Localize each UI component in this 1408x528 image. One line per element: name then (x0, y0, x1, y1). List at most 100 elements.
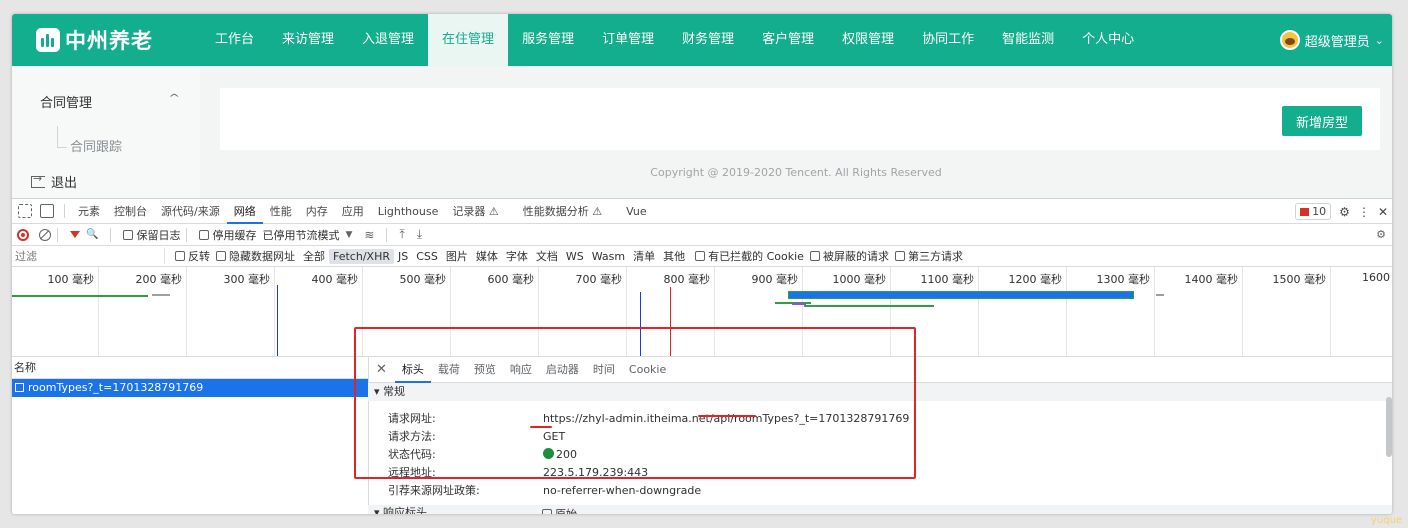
blocked-requests-checkbox[interactable] (809, 251, 820, 261)
tab-sources[interactable]: 源代码/来源 (154, 199, 227, 224)
download-icon[interactable]: ⤓ (417, 227, 422, 242)
type-filter-wasm[interactable]: Wasm (588, 250, 629, 263)
logo[interactable]: 中州养老 (36, 26, 153, 54)
clear-icon[interactable] (39, 228, 51, 241)
tab-performance[interactable]: 性能 (263, 199, 299, 224)
device-toggle-icon[interactable] (40, 204, 54, 218)
chevron-up-icon[interactable]: ^ (168, 93, 180, 104)
tab-memory[interactable]: 内存 (299, 199, 335, 224)
inspect-icon[interactable] (18, 204, 32, 218)
timeline-bar (12, 295, 148, 297)
wifi-icon[interactable]: ≋ (364, 228, 374, 242)
tab-response[interactable]: 响应 (503, 357, 539, 383)
raw-checkbox[interactable] (542, 509, 552, 514)
top-header: 中州养老 工作台 来访管理 入退管理 在住管理 服务管理 订单管理 财务管理 客… (12, 14, 1392, 66)
nav-customers[interactable]: 客户管理 (748, 14, 828, 66)
nav-workbench[interactable]: 工作台 (201, 14, 268, 66)
tab-application[interactable]: 应用 (335, 199, 371, 224)
disable-cache-label: 停用缓存 (212, 228, 257, 242)
avatar (1279, 30, 1300, 50)
disable-cache-checkbox[interactable] (199, 229, 210, 240)
tab-headers[interactable]: 标头 (394, 357, 431, 383)
close-icon[interactable]: ✕ (1378, 205, 1388, 219)
tab-console[interactable]: 控制台 (107, 199, 154, 224)
hide-data-urls-checkbox[interactable] (216, 251, 226, 261)
devtools-tabs: 元素 控制台 源代码/来源 网络 性能 内存 应用 Lighthouse 记录器… (12, 199, 1392, 224)
issues-count: 10 (1312, 205, 1327, 218)
tab-elements[interactable]: 元素 (71, 199, 107, 224)
annotation-underline (530, 426, 552, 428)
throttle-select[interactable]: 已停用节流模式 (262, 227, 339, 243)
nav-orders[interactable]: 订单管理 (588, 14, 668, 66)
tab-payload[interactable]: 载荷 (431, 357, 467, 383)
type-filter-img[interactable]: 图片 (442, 248, 472, 264)
nav-finance[interactable]: 财务管理 (668, 14, 748, 66)
search-icon[interactable]: 🔍 (86, 229, 98, 240)
invert-checkbox[interactable] (175, 251, 185, 261)
filter-icon[interactable] (70, 231, 80, 238)
tab-initiator[interactable]: 启动器 (539, 357, 586, 383)
raw-toggle[interactable]: 原始 (542, 507, 577, 514)
type-filter-js[interactable]: JS (394, 250, 412, 263)
tab-preview[interactable]: 预览 (467, 357, 503, 383)
tab-network[interactable]: 网络 (226, 199, 263, 224)
network-settings-icon[interactable]: ⚙ (1376, 228, 1386, 241)
type-filter-font[interactable]: 字体 (502, 248, 532, 264)
status-code-row: 状态代码: 200 (388, 446, 577, 462)
annotation-underline (698, 415, 756, 417)
type-filter-doc[interactable]: 文档 (532, 248, 562, 264)
nav-residents[interactable]: 在住管理 (428, 14, 509, 66)
general-section-header[interactable]: ▾ 常规 (368, 383, 1392, 401)
nav-monitoring[interactable]: 智能监测 (988, 14, 1068, 66)
nav-checkin-checkout[interactable]: 入退管理 (348, 14, 428, 66)
network-filter-bar: 反转 隐藏数据网址 全部 Fetch/XHR JS CSS 图片 媒体 字体 文… (12, 246, 1392, 267)
tree-connector (57, 126, 67, 148)
timeline-bar (788, 291, 1134, 299)
preserve-log-checkbox[interactable] (123, 229, 134, 240)
nav-personal[interactable]: 个人中心 (1068, 14, 1148, 66)
blocked-cookies-checkbox[interactable] (695, 251, 706, 261)
sidebar-item-logout[interactable]: 退出 (31, 172, 77, 191)
nav-visits[interactable]: 来访管理 (268, 14, 348, 66)
response-headers-section-header[interactable]: ▾ 响应标头 原始 (368, 505, 1392, 514)
issues-badge[interactable]: 10 (1295, 203, 1332, 220)
app-window: 中州养老 工作台 来访管理 入退管理 在住管理 服务管理 订单管理 财务管理 客… (12, 14, 1392, 514)
sidebar-group-contracts[interactable]: 合同管理 (40, 92, 92, 111)
tab-recorder[interactable]: 记录器 ⚠ (445, 199, 505, 224)
filter-input[interactable] (15, 248, 165, 264)
tab-timing[interactable]: 时间 (586, 357, 622, 383)
type-filter-css[interactable]: CSS (412, 250, 442, 263)
timeline-label: 100 毫秒 (47, 273, 95, 286)
type-filter-fetch-xhr[interactable]: Fetch/XHR (329, 248, 394, 264)
tab-performance-insights[interactable]: 性能数据分析 ⚠ (516, 199, 609, 224)
type-filter-ws[interactable]: WS (562, 250, 588, 263)
throttle-caret-icon[interactable]: ▼ (345, 230, 352, 240)
type-filter-manifest[interactable]: 清单 (629, 248, 659, 264)
upload-icon[interactable]: ⤒ (399, 227, 404, 242)
tab-lighthouse[interactable]: Lighthouse (371, 199, 446, 224)
third-party-checkbox[interactable] (894, 251, 905, 261)
record-icon[interactable] (17, 228, 29, 241)
tab-vue[interactable]: Vue (619, 199, 654, 224)
sidebar-item-contract-tracking[interactable]: 合同跟踪 (70, 136, 122, 155)
nav-services[interactable]: 服务管理 (508, 14, 588, 66)
type-filter-other[interactable]: 其他 (659, 248, 689, 264)
nav-collaboration[interactable]: 协同工作 (908, 14, 988, 66)
user-menu[interactable]: 超级管理员 ⌄ (1279, 14, 1384, 66)
network-toolbar: 🔍 保留日志 停用缓存 已停用节流模式 ▼ ≋ ⤒ ⤓ ⚙ (12, 224, 1392, 246)
detail-scrollbar[interactable] (1386, 397, 1392, 457)
nav-permissions[interactable]: 权限管理 (828, 14, 908, 66)
request-url-row: 请求网址: https://zhyl-admin.itheima.net/api/… (388, 410, 909, 426)
request-row[interactable]: roomTypes?_t=1701328791769 (12, 379, 368, 397)
gear-icon[interactable]: ⚙ (1339, 205, 1350, 219)
request-list-header[interactable]: 名称 (12, 357, 368, 379)
add-room-type-button[interactable]: 新增房型 (1282, 106, 1362, 136)
network-timeline[interactable]: 100 毫秒 200 毫秒 300 毫秒 400 毫秒 500 毫秒 600 毫… (12, 267, 1392, 357)
more-icon[interactable]: ⋮ (1358, 205, 1370, 219)
type-filter-all[interactable]: 全部 (299, 248, 329, 264)
preserve-log-label: 保留日志 (136, 228, 181, 242)
issue-flag-icon (1300, 207, 1310, 216)
type-filter-media[interactable]: 媒体 (472, 248, 502, 264)
close-icon[interactable]: ✕ (376, 362, 387, 377)
tab-cookies[interactable]: Cookie (622, 357, 673, 383)
